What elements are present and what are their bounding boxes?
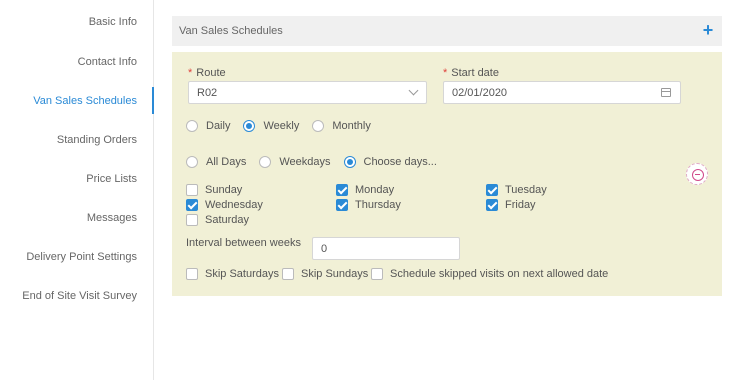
schedule-skipped-label: Schedule skipped visits on next allowed … — [390, 268, 609, 280]
checkbox[interactable] — [486, 184, 498, 196]
day-label: Wednesday — [205, 199, 263, 211]
checkbox[interactable] — [486, 199, 498, 211]
section-title: Van Sales Schedules — [179, 25, 283, 37]
skip-saturdays-label: Skip Saturdays — [205, 268, 279, 280]
sidebar-item-delivery-point-settings[interactable]: Delivery Point Settings — [26, 251, 137, 263]
day-checkbox-thursday[interactable]: Thursday — [336, 199, 401, 211]
checkbox[interactable] — [282, 268, 294, 280]
sidebar-item-standing-orders[interactable]: Standing Orders — [57, 134, 137, 146]
interval-label: Interval between weeks — [186, 237, 301, 249]
skip-saturdays-checkbox[interactable]: Skip Saturdays — [186, 268, 279, 280]
checkbox[interactable] — [336, 184, 348, 196]
day-checkbox-tuesday[interactable]: Tuesday — [486, 184, 547, 196]
frequency-weekly-label: Weekly — [263, 120, 300, 132]
day-mode-radio-group: All Days Weekdays Choose days... — [186, 156, 450, 168]
skip-sundays-checkbox[interactable]: Skip Sundays — [282, 268, 368, 280]
sidebar-item-price-lists[interactable]: Price Lists — [86, 173, 137, 185]
sidebar-item-contact-info[interactable]: Contact Info — [78, 56, 137, 68]
skip-sundays-label: Skip Sundays — [301, 268, 369, 280]
start-date-input[interactable]: 02/01/2020 — [443, 81, 681, 104]
day-label: Thursday — [355, 199, 401, 211]
all-days-radio[interactable] — [186, 156, 198, 168]
weekdays-radio[interactable] — [259, 156, 272, 168]
frequency-daily-label: Daily — [206, 120, 231, 132]
checkbox[interactable] — [186, 214, 198, 226]
route-value: R02 — [197, 87, 218, 99]
sidebar-item-basic-info[interactable]: Basic Info — [89, 16, 137, 28]
day-label: Tuesday — [505, 184, 547, 196]
required-mark: * — [443, 67, 448, 79]
interval-value: 0 — [321, 243, 328, 255]
required-mark: * — [188, 67, 193, 79]
sidebar-item-end-of-site-visit-survey[interactable]: End of Site Visit Survey — [22, 290, 137, 302]
checkbox[interactable] — [371, 268, 383, 280]
choose-days-label: Choose days... — [363, 156, 437, 168]
frequency-weekly-radio[interactable] — [243, 120, 256, 132]
schedule-form-panel: * Route R02 * Start date 02/01/2020 Daily … — [172, 52, 722, 296]
frequency-monthly-radio[interactable] — [312, 120, 325, 132]
chevron-down-icon — [408, 85, 419, 96]
sidebar-item-van-sales-schedules[interactable]: Van Sales Schedules — [33, 95, 137, 107]
plus-icon[interactable]: + — [700, 21, 716, 39]
frequency-monthly-label: Monthly — [332, 120, 371, 132]
day-label: Monday — [355, 184, 395, 196]
day-checkbox-sunday[interactable]: Sunday — [186, 184, 242, 196]
day-label: Saturday — [205, 214, 250, 226]
calendar-icon[interactable] — [661, 88, 671, 97]
sidebar: Basic Info Contact Info Van Sales Schedu… — [0, 0, 154, 380]
route-label: * Route — [188, 67, 226, 79]
start-date-label: * Start date — [443, 67, 499, 79]
route-select[interactable]: R02 — [188, 81, 427, 104]
day-checkbox-monday[interactable]: Monday — [336, 184, 394, 196]
day-checkbox-friday[interactable]: Friday — [486, 199, 536, 211]
checkbox[interactable] — [186, 184, 198, 196]
day-label: Sunday — [205, 184, 243, 196]
day-label: Friday — [505, 199, 536, 211]
frequency-radio-group: Daily Weekly Monthly — [186, 120, 384, 132]
day-checkbox-saturday[interactable]: Saturday — [186, 214, 249, 226]
minus-circle-icon[interactable] — [686, 163, 708, 185]
sidebar-item-messages[interactable]: Messages — [87, 212, 137, 224]
frequency-daily-radio[interactable] — [186, 120, 198, 132]
section-header: Van Sales Schedules + — [172, 16, 722, 46]
start-date-value: 02/01/2020 — [452, 87, 508, 99]
checkbox[interactable] — [336, 199, 348, 211]
all-days-label: All Days — [206, 156, 247, 168]
choose-days-radio[interactable] — [343, 156, 356, 168]
active-indicator — [152, 87, 154, 114]
interval-input[interactable]: 0 — [312, 237, 460, 260]
day-checkbox-wednesday[interactable]: Wednesday — [186, 199, 263, 211]
weekdays-label: Weekdays — [279, 156, 331, 168]
schedule-skipped-checkbox[interactable]: Schedule skipped visits on next allowed … — [371, 268, 608, 280]
checkbox[interactable] — [186, 268, 198, 280]
checkbox[interactable] — [186, 199, 198, 211]
